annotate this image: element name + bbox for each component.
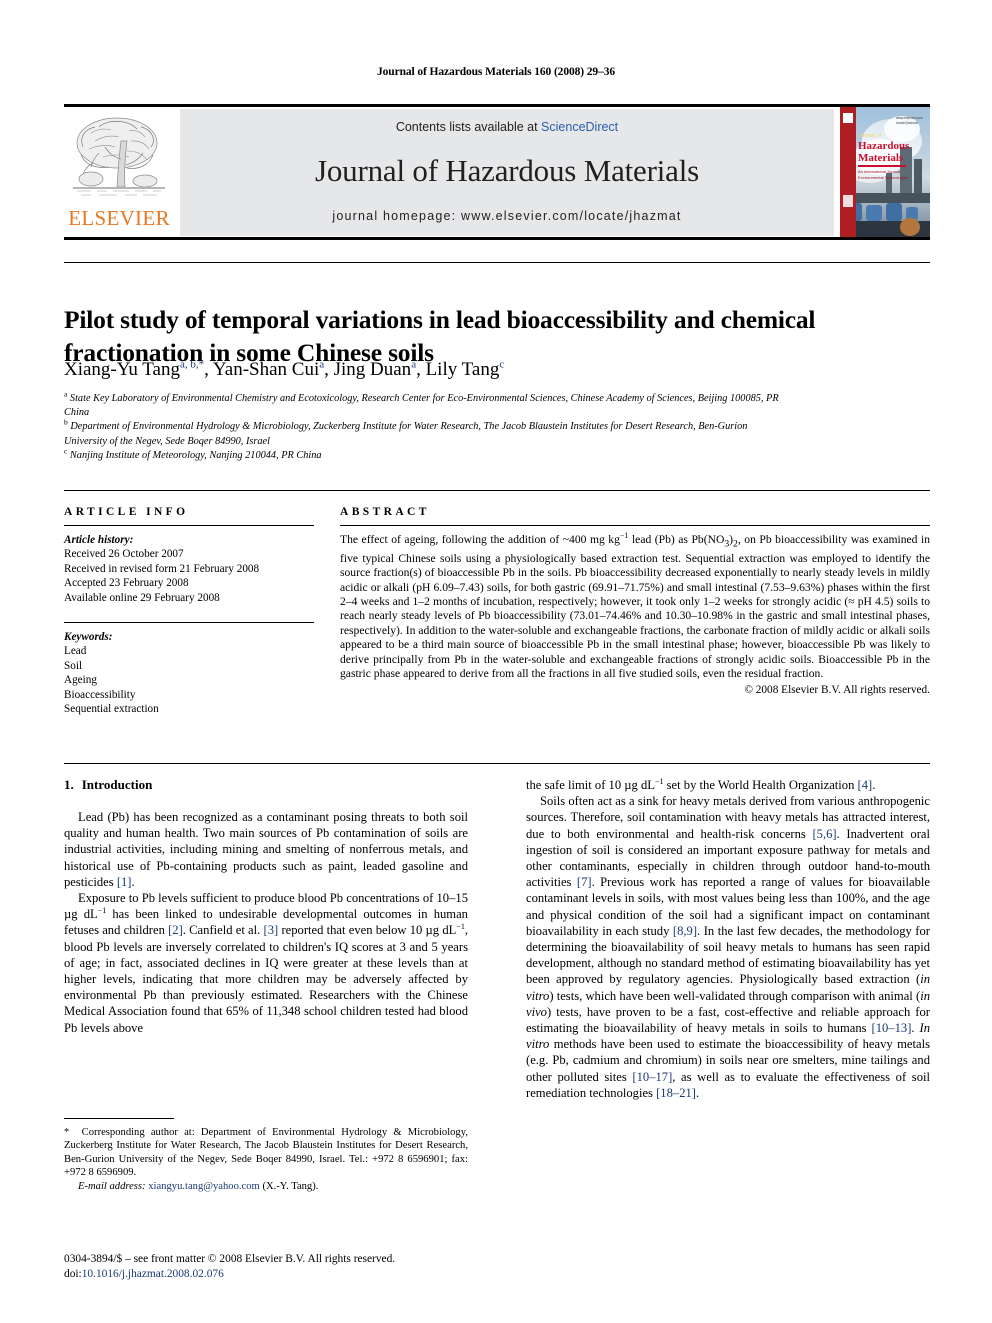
- title-separator-rule: [64, 262, 930, 263]
- keyword-item: Bioaccessibility: [64, 688, 136, 701]
- article-info-rule: [64, 525, 314, 526]
- svg-text:An International Journal: An International Journal: [858, 169, 900, 174]
- abstract-band-top-rule: [64, 490, 930, 491]
- history-item: Received in revised form 21 February 200…: [64, 562, 260, 575]
- abstract-copyright: © 2008 Elsevier B.V. All rights reserved…: [744, 684, 930, 697]
- abstract-band-bottom-rule: [64, 763, 930, 764]
- history-item: Received 26 October 2007: [64, 548, 184, 561]
- corresponding-author-note: * Corresponding author at: Department of…: [64, 1127, 468, 1179]
- history-item: Available online 29 February 2008: [64, 591, 220, 604]
- elsevier-logo: ELSEVIER: [64, 109, 174, 237]
- footnote-block: * Corresponding author at: Department of…: [64, 1126, 468, 1193]
- svg-text:Hazardous: Hazardous: [858, 140, 910, 152]
- sciencedirect-link[interactable]: ScienceDirect: [541, 120, 618, 134]
- keywords-rule: [64, 622, 314, 624]
- affiliation-list: a State Key Laboratory of Environmental …: [64, 389, 784, 463]
- doi-link[interactable]: 10.1016/j.jhazmat.2008.02.076: [82, 1268, 224, 1280]
- affiliation-text: State Key Laboratory of Environmental Ch…: [64, 393, 779, 419]
- affiliation-marker: b: [64, 417, 68, 427]
- affiliation-marker: c: [64, 446, 68, 456]
- svg-text:Journal of: Journal of: [859, 133, 882, 139]
- elsevier-tree-icon: [69, 113, 169, 205]
- abstract-rule: [340, 525, 930, 526]
- svg-text:Materials: Materials: [858, 152, 904, 164]
- intro-paragraph-2-continued: the safe limit of 10 µg dL−1 set by the …: [526, 776, 876, 792]
- journal-masthead: ELSEVIER Contents lists available at Sci…: [64, 104, 930, 240]
- abstract-column: ABSTRACT The effect of ageing, following…: [340, 506, 930, 696]
- elsevier-wordmark: ELSEVIER: [68, 206, 170, 230]
- contents-available-line: Contents lists available at ScienceDirec…: [180, 120, 834, 134]
- keyword-item: Soil: [64, 659, 83, 672]
- masthead-bottom-rule: [64, 237, 930, 240]
- email-link[interactable]: xiangyu.tang@yahoo.com: [148, 1181, 260, 1192]
- paper-page: Journal of Hazardous Materials 160 (2008…: [0, 0, 992, 1323]
- keywords-label: Keywords:: [64, 631, 113, 644]
- body-column-left: 1. Introduction Lead (Pb) has been recogn…: [64, 777, 468, 1036]
- issn-copyright-line: 0304-3894/$ – see front matter © 2008 El…: [64, 1253, 396, 1265]
- abstract-heading: ABSTRACT: [340, 506, 430, 518]
- keyword-item: Lead: [64, 645, 87, 658]
- affiliation-item: b Department of Environmental Hydrology …: [64, 417, 784, 448]
- doi-line: doi:10.1016/j.jhazmat.2008.02.076: [64, 1267, 484, 1282]
- imprint-block: 0304-3894/$ – see front matter © 2008 El…: [64, 1252, 484, 1282]
- abstract-text: The effect of ageing, following the addi…: [340, 531, 930, 680]
- body-column-right: the safe limit of 10 µg dL−1 set by the …: [526, 777, 930, 1101]
- author-list: Xiang-Yu Tanga, b,*, Yan-Shan Cuia, Jing…: [64, 358, 505, 380]
- keywords-block: Keywords: Lead Soil Ageing Bioaccessibil…: [64, 630, 314, 716]
- intro-paragraph-2: Exposure to Pb levels sufficient to prod…: [64, 891, 468, 1035]
- article-history-block: Article history: Received 26 October 200…: [64, 533, 314, 605]
- section-title: Introduction: [81, 777, 153, 792]
- affiliation-item: a State Key Laboratory of Environmental …: [64, 389, 784, 420]
- footnote-separator-rule: [64, 1118, 174, 1119]
- email-label: E-mail address:: [78, 1180, 146, 1192]
- masthead-top-rule: [64, 104, 930, 107]
- section-number: 1.: [64, 777, 74, 792]
- section-heading-introduction: 1. Introduction: [64, 777, 468, 793]
- affiliation-item: c Nanjing Institute of Meteorology, Nanj…: [64, 446, 784, 463]
- history-item: Accepted 23 February 2008: [64, 577, 189, 590]
- keyword-item: Sequential extraction: [64, 703, 159, 716]
- affiliation-text: Nanjing Institute of Meteorology, Nanjin…: [69, 449, 322, 461]
- svg-text:locate/jhazmat: locate/jhazmat: [896, 121, 918, 125]
- svg-text:www.elsevier.com: www.elsevier.com: [896, 116, 923, 120]
- affiliation-text: Department of Environmental Hydrology & …: [64, 421, 748, 447]
- masthead-banner: Contents lists available at ScienceDirec…: [180, 109, 834, 236]
- email-suffix: (X.-Y. Tang).: [262, 1180, 319, 1192]
- affiliation-marker: a: [64, 389, 68, 399]
- article-info-column: ARTICLE INFO Article history: Received 2…: [64, 506, 314, 716]
- keyword-item: Ageing: [64, 674, 97, 687]
- journal-title: Journal of Hazardous Materials: [315, 153, 699, 188]
- contents-prefix: Contents lists available at: [395, 120, 542, 134]
- doi-label: doi:: [64, 1268, 82, 1280]
- running-head: Journal of Hazardous Materials 160 (2008…: [376, 66, 616, 78]
- article-history-label: Article history:: [64, 534, 134, 546]
- journal-cover-thumbnail: Journal of Hazardous Materials An Intern…: [840, 107, 930, 237]
- svg-text:Environmental Technologies: Environmental Technologies: [858, 175, 908, 180]
- intro-paragraph-1: Lead (Pb) has been recognized as a conta…: [64, 810, 468, 889]
- email-note: E-mail address: xiangyu.tang@yahoo.com (…: [64, 1180, 468, 1193]
- article-info-heading: ARTICLE INFO: [64, 506, 189, 518]
- intro-paragraph-3: Soils often act as a sink for heavy meta…: [526, 794, 930, 1100]
- journal-homepage-link[interactable]: journal homepage: www.elsevier.com/locat…: [180, 209, 834, 223]
